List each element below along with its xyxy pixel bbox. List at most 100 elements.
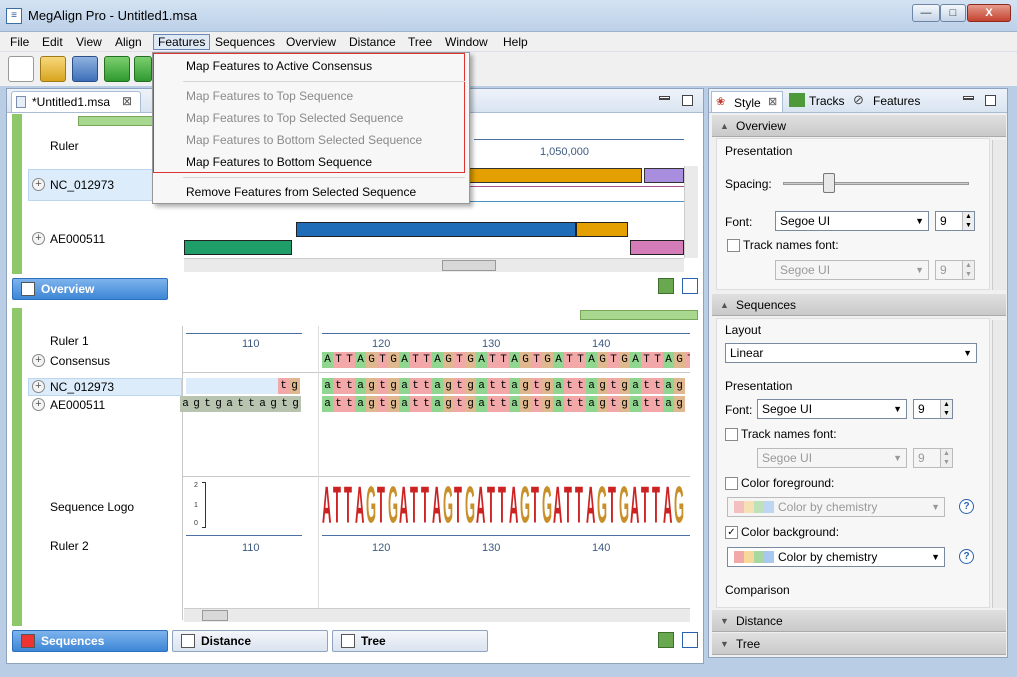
overview-style-scroll[interactable] xyxy=(992,140,1006,290)
feature-bar-purple[interactable] xyxy=(644,168,684,183)
window-icon[interactable] xyxy=(682,278,698,294)
expand-icon[interactable]: + xyxy=(32,354,45,367)
feature-bar-orange[interactable] xyxy=(464,168,642,183)
add-sequence-icon[interactable] xyxy=(104,56,130,82)
minimize-view-icon[interactable] xyxy=(659,96,670,100)
scroll-thumb[interactable] xyxy=(202,610,228,621)
nucleotide: g xyxy=(597,396,608,412)
font-size-spinner[interactable]: 9 ▲ ▼ xyxy=(935,211,975,231)
menu-file[interactable]: File xyxy=(6,34,33,50)
seq-font-select[interactable]: Segoe UI ▼ xyxy=(757,399,907,419)
menu-tree[interactable]: Tree xyxy=(404,34,436,50)
editor-tab[interactable]: *Untitled1.msa ⊠ xyxy=(11,91,141,112)
zoom-slider[interactable] xyxy=(580,310,698,320)
section-distance[interactable]: ▼ Distance xyxy=(712,610,1006,632)
left-splitter[interactable] xyxy=(12,114,22,274)
color-foreground-checkbox[interactable] xyxy=(725,477,738,490)
nucleotide: t xyxy=(608,396,619,412)
menu-map-top-selected: Map Features to Top Selected Sequence xyxy=(186,111,404,125)
bg-color-select[interactable]: Color by chemistry ▼ xyxy=(727,547,945,567)
add-icon[interactable] xyxy=(134,56,152,82)
menu-help[interactable]: Help xyxy=(499,34,532,50)
close-tab-icon[interactable]: ⊠ xyxy=(768,95,777,108)
color-background-checkbox[interactable]: ✓ xyxy=(725,526,738,539)
menu-edit[interactable]: Edit xyxy=(38,34,67,50)
menu-overview[interactable]: Overview xyxy=(282,34,340,50)
left-splitter[interactable] xyxy=(12,308,22,626)
feature-bar-pink[interactable] xyxy=(630,240,684,255)
nucleotide: a xyxy=(553,378,564,394)
fit-icon[interactable] xyxy=(658,278,674,294)
tab-style-label: Style xyxy=(734,96,761,110)
seq-track-names-checkbox[interactable] xyxy=(725,428,738,441)
feature-bar-green[interactable] xyxy=(184,240,292,255)
feature-bar-orange-2[interactable] xyxy=(576,222,628,237)
close-tab-icon[interactable]: ⊠ xyxy=(122,94,132,108)
section-sequences[interactable]: ▲ Sequences xyxy=(712,294,1006,316)
minimize-view-icon[interactable] xyxy=(963,96,974,100)
nucleotide: T xyxy=(575,352,586,368)
maximize-button[interactable]: □ xyxy=(940,4,966,22)
menu-window[interactable]: Window xyxy=(441,34,492,50)
tab-distance[interactable]: Distance xyxy=(172,630,328,652)
tab-tracks[interactable]: Tracks xyxy=(809,94,845,108)
alignment-hscroll[interactable] xyxy=(184,608,690,622)
open-folder-icon[interactable] xyxy=(40,56,66,82)
nucleotide: g xyxy=(366,378,377,394)
help-icon[interactable]: ? xyxy=(959,549,974,564)
tab-style[interactable]: ❀ Style ⊠ xyxy=(711,91,783,112)
new-file-icon[interactable] xyxy=(8,56,34,82)
layout-select[interactable]: Linear ▼ xyxy=(725,343,977,363)
feature-bar-blue[interactable] xyxy=(296,222,576,237)
overview-vscroll[interactable] xyxy=(684,166,698,258)
section-tree[interactable]: ▼ Tree xyxy=(712,633,1006,655)
tab-features[interactable]: Features xyxy=(873,94,920,108)
section-overview[interactable]: ▲ Overview xyxy=(712,115,1006,137)
nucleotide: T xyxy=(641,352,652,368)
spacing-slider-thumb[interactable] xyxy=(823,173,835,193)
font-select[interactable]: Segoe UI ▼ xyxy=(775,211,929,231)
chemistry-swatch xyxy=(734,551,774,563)
expand-icon[interactable]: + xyxy=(32,232,45,245)
overview-hscroll[interactable] xyxy=(184,258,684,272)
expand-icon[interactable]: + xyxy=(32,178,45,191)
sequences-style-scroll[interactable] xyxy=(992,320,1006,608)
minimize-button[interactable]: — xyxy=(912,4,940,22)
menu-align[interactable]: Align xyxy=(111,34,146,50)
scroll-thumb[interactable] xyxy=(442,260,496,271)
track-names-font-checkbox[interactable] xyxy=(727,239,740,252)
nucleotide: a xyxy=(257,396,268,412)
menu-map-bottom-sequence[interactable]: Map Features to Bottom Sequence xyxy=(186,155,372,169)
menu-map-active-consensus[interactable]: Map Features to Active Consensus xyxy=(186,59,372,73)
ruler-ticks xyxy=(474,134,684,140)
nucleotide: g xyxy=(388,396,399,412)
track-names-font-label: Track names font: xyxy=(743,238,839,252)
maximize-view-icon[interactable] xyxy=(985,95,996,106)
tab-tree[interactable]: Tree xyxy=(332,630,488,652)
seq-font-size-spinner[interactable]: 9 ▲ ▼ xyxy=(913,399,953,419)
expand-icon[interactable]: + xyxy=(32,380,45,393)
menu-view[interactable]: View xyxy=(72,34,106,50)
logo-letter: A xyxy=(432,480,442,530)
nucleotide: t xyxy=(344,396,355,412)
close-button[interactable]: X xyxy=(967,4,1011,22)
menu-distance[interactable]: Distance xyxy=(345,34,400,50)
window-icon[interactable] xyxy=(682,632,698,648)
menu-features[interactable]: Features xyxy=(153,34,211,50)
nucleotide: a xyxy=(224,396,235,412)
alignment-pane: Ruler 1 + Consensus + NC_012973 + AE0005… xyxy=(12,308,698,626)
tab-sequences[interactable]: Sequences xyxy=(12,630,168,652)
save-icon[interactable] xyxy=(72,56,98,82)
menu-sequences[interactable]: Sequences xyxy=(211,34,279,50)
nucleotide: t xyxy=(652,396,663,412)
expand-icon[interactable]: + xyxy=(32,398,45,411)
spacing-slider-track[interactable] xyxy=(783,182,969,185)
help-icon[interactable]: ? xyxy=(959,499,974,514)
fit-icon[interactable] xyxy=(658,632,674,648)
maximize-view-icon[interactable] xyxy=(682,95,693,106)
menu-separator xyxy=(183,177,465,178)
nucleotide: g xyxy=(674,396,685,412)
tab-overview[interactable]: Overview xyxy=(12,278,168,300)
menu-remove-features[interactable]: Remove Features from Selected Sequence xyxy=(186,185,416,199)
block-divider xyxy=(318,326,319,620)
